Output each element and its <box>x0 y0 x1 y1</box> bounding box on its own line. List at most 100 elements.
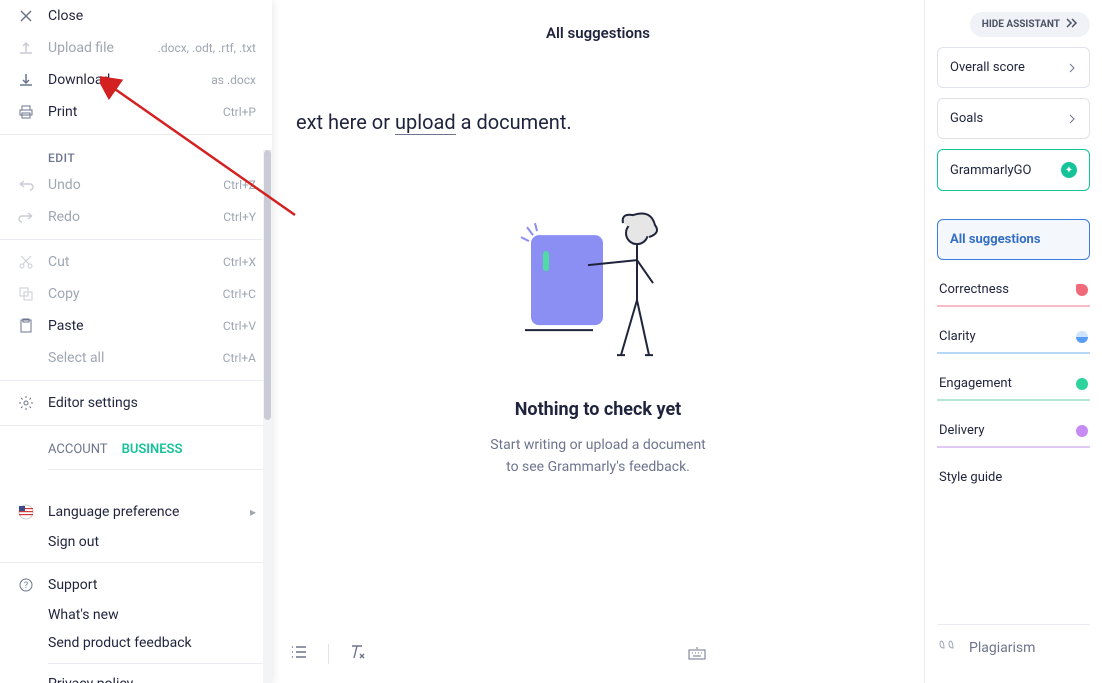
all-suggestions-button[interactable]: All suggestions <box>937 219 1090 260</box>
menu-label: Redo <box>48 209 223 225</box>
plagiarism-button[interactable]: Plagiarism <box>937 624 1090 671</box>
divider <box>0 562 272 563</box>
menu-label: Cut <box>48 254 223 270</box>
empty-subtitle-line2: to see Grammarly's feedback. <box>398 456 798 478</box>
menu-download[interactable]: Download as .docx <box>0 64 272 96</box>
divider <box>48 663 272 664</box>
label: Engagement <box>939 376 1012 391</box>
category-engagement[interactable]: Engagement <box>937 364 1090 401</box>
menu-paste[interactable]: Paste Ctrl+V <box>0 310 272 342</box>
label: Overall score <box>950 60 1025 75</box>
divider <box>0 425 272 426</box>
menu-hint: Ctrl+A <box>223 351 256 365</box>
menu-label: Privacy policy <box>48 676 256 683</box>
clear-format-icon[interactable] <box>349 643 367 665</box>
scrollbar[interactable] <box>263 150 272 683</box>
label: Goals <box>950 111 983 126</box>
flag-icon <box>16 502 36 522</box>
dot-icon <box>1076 378 1088 390</box>
menu-whats-new[interactable]: What's new <box>0 601 272 629</box>
page-title: All suggestions <box>296 24 900 42</box>
divider <box>48 469 272 470</box>
svg-text:?: ? <box>24 581 28 591</box>
category-clarity[interactable]: Clarity <box>937 317 1090 354</box>
menu-hint: Ctrl+P <box>223 105 256 119</box>
chevron-right-icon <box>1067 114 1077 124</box>
chevron-right-icon: ▸ <box>250 505 256 519</box>
menu-label: Print <box>48 104 223 120</box>
menu-sign-out[interactable]: Sign out <box>0 528 272 556</box>
quotes-icon <box>939 639 957 657</box>
upload-icon <box>16 38 36 58</box>
dot-icon <box>1076 284 1088 296</box>
divider <box>0 134 272 135</box>
sidebar-menu: Close Upload file .docx, .odt, .rtf, .tx… <box>0 0 272 683</box>
menu-select-all[interactable]: Select all Ctrl+A <box>0 342 272 374</box>
menu-cut[interactable]: Cut Ctrl+X <box>0 246 272 278</box>
menu-redo[interactable]: Redo Ctrl+Y <box>0 201 272 233</box>
hide-assistant-button[interactable]: HIDE ASSISTANT <box>970 12 1090 37</box>
category-style-guide[interactable]: Style guide <box>937 458 1090 493</box>
category-correctness[interactable]: Correctness <box>937 270 1090 307</box>
main-content: All suggestions ext here or upload a doc… <box>272 0 924 683</box>
menu-close[interactable]: Close <box>0 0 272 32</box>
blank-icon <box>16 348 36 368</box>
upload-link[interactable]: upload <box>395 110 456 135</box>
menu-send-feedback[interactable]: Send product feedback <box>0 629 272 657</box>
account-label: ACCOUNT <box>48 442 108 457</box>
menu-label: Upload file <box>48 40 158 56</box>
hide-assistant-label: HIDE ASSISTANT <box>982 19 1060 30</box>
menu-privacy[interactable]: Privacy policy <box>0 670 272 683</box>
editor-text-fragment: a document. <box>456 110 572 134</box>
menu-label: Sign out <box>48 534 256 550</box>
menu-hint: Ctrl+C <box>223 287 256 301</box>
menu-label: Support <box>48 577 256 593</box>
menu-label: Copy <box>48 286 223 302</box>
dot-icon <box>1076 425 1088 437</box>
assistant-panel: HIDE ASSISTANT Overall score Goals Gramm… <box>924 0 1102 683</box>
print-icon <box>16 102 36 122</box>
section-header-edit: EDIT <box>0 141 272 169</box>
overall-score-button[interactable]: Overall score <box>937 47 1090 88</box>
chevrons-right-icon <box>1066 18 1078 31</box>
keyboard-icon[interactable] <box>688 645 706 664</box>
menu-hint: Ctrl+Y <box>223 210 256 224</box>
chevron-right-icon <box>1067 63 1077 73</box>
download-icon <box>16 70 36 90</box>
close-icon <box>16 6 36 26</box>
menu-label: Paste <box>48 318 223 334</box>
label: Delivery <box>939 423 985 438</box>
sparkle-icon: ✦ <box>1061 162 1077 178</box>
scrollbar-thumb[interactable] <box>264 150 271 420</box>
clipboard-icon <box>16 316 36 336</box>
empty-title: Nothing to check yet <box>398 399 798 420</box>
separator <box>328 644 329 664</box>
menu-language-preference[interactable]: Language preference ▸ <box>0 496 272 528</box>
grammarly-go-button[interactable]: GrammarlyGO ✦ <box>937 149 1090 191</box>
menu-label: Download <box>48 72 211 88</box>
goals-button[interactable]: Goals <box>937 98 1090 139</box>
editor-placeholder[interactable]: ext here or upload a document. <box>296 110 900 134</box>
empty-subtitle-line1: Start writing or upload a document <box>398 434 798 456</box>
menu-undo[interactable]: Undo Ctrl+Z <box>0 169 272 201</box>
category-delivery[interactable]: Delivery <box>937 411 1090 448</box>
menu-hint: Ctrl+Z <box>223 178 256 192</box>
bottom-toolbar <box>272 635 924 673</box>
menu-support[interactable]: ? Support <box>0 569 272 601</box>
divider <box>0 380 272 381</box>
menu-copy[interactable]: Copy Ctrl+C <box>0 278 272 310</box>
list-icon[interactable] <box>290 644 308 664</box>
undo-icon <box>16 175 36 195</box>
empty-state: Nothing to check yet Start writing or up… <box>398 205 798 479</box>
scissors-icon <box>16 252 36 272</box>
menu-label: Language preference <box>48 504 250 520</box>
menu-editor-settings[interactable]: Editor settings <box>0 387 272 419</box>
empty-illustration <box>513 205 683 375</box>
menu-label: Select all <box>48 350 223 366</box>
business-label: BUSINESS <box>122 442 183 457</box>
menu-upload-file[interactable]: Upload file .docx, .odt, .rtf, .txt <box>0 32 272 64</box>
dot-icon <box>1076 331 1088 343</box>
menu-hint: as .docx <box>211 73 256 87</box>
menu-print[interactable]: Print Ctrl+P <box>0 96 272 128</box>
menu-label: Editor settings <box>48 395 256 411</box>
